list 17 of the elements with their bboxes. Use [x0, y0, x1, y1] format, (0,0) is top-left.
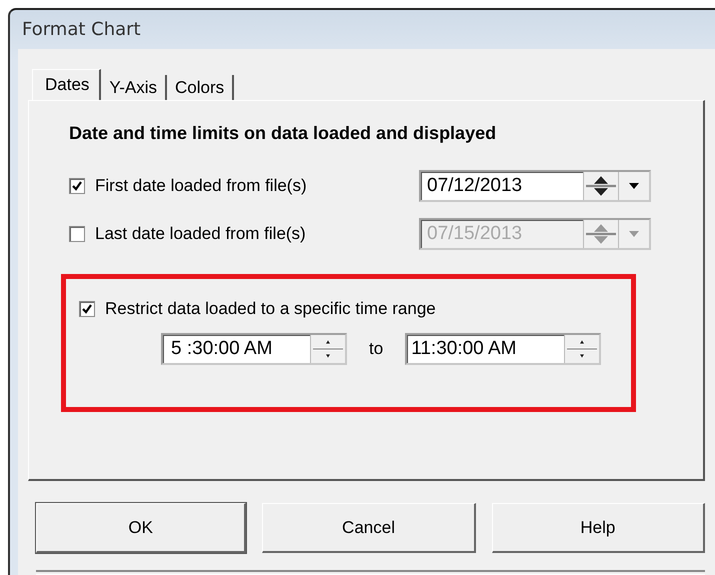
checkbox-label: First date loaded from file(s): [95, 176, 308, 196]
dialog-button[interactable]: Help: [492, 503, 705, 553]
checkbox-label: Last date loaded from file(s): [95, 224, 307, 244]
date-field[interactable]: 07/12/2013: [419, 170, 651, 202]
dialog-button[interactable]: Cancel: [262, 503, 476, 553]
time-field[interactable]: 11:30:00 AM: [405, 333, 602, 365]
checkbox[interactable]: [69, 178, 85, 194]
dialog-button[interactable]: OK: [36, 503, 246, 553]
checkbox[interactable]: [79, 301, 95, 317]
window-title: Format Chart: [22, 19, 141, 40]
tab[interactable]: Dates: [32, 69, 102, 101]
time-field[interactable]: 5 :30:00 AM: [161, 333, 347, 365]
section-heading: Date and time limits on data loaded and displayed: [69, 123, 498, 144]
spinner-icon[interactable]: [583, 172, 618, 200]
range-separator: to: [369, 339, 384, 359]
dropdown-arrow-icon[interactable]: [628, 182, 640, 190]
checkbox-label: Restrict data loaded to a specific time range: [105, 299, 436, 319]
